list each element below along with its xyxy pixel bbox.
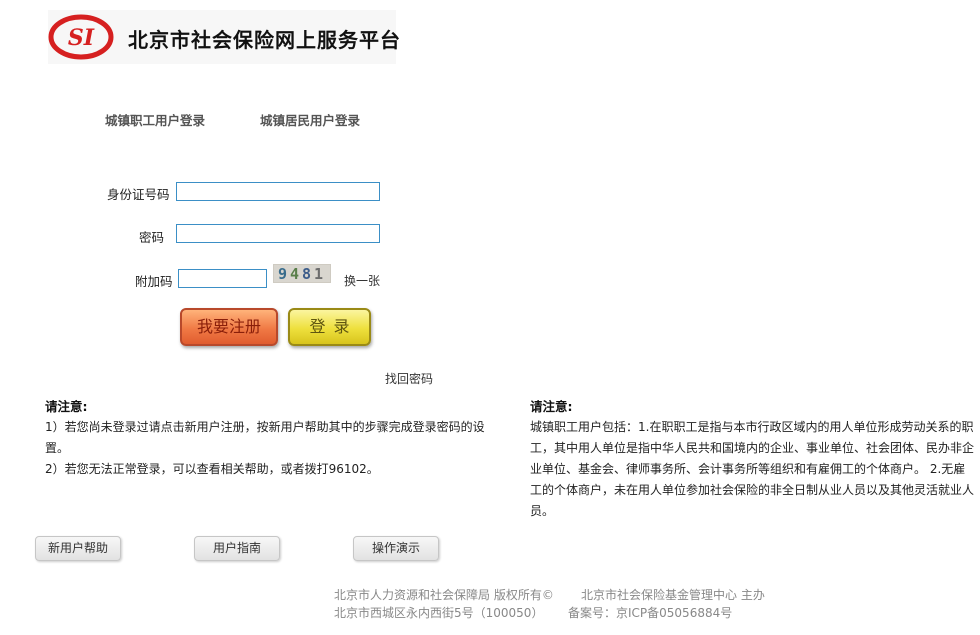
refresh-captcha-link[interactable]: 换一张 [344, 272, 380, 289]
worker-definition-notes: 请注意: 城镇职工用户包括：1.在职职工是指与本市行政区域内的用人单位形成劳动关… [530, 396, 974, 522]
site-header: SI 北京市社会保险网上服务平台 [48, 10, 400, 64]
social-insurance-logo-icon: SI [48, 14, 114, 60]
user-guide-button[interactable]: 用户指南 [194, 536, 280, 561]
notes-line-2: 2）若您无法正常登录，可以查看相关帮助，或者拨打96102。 [45, 462, 379, 476]
demo-button[interactable]: 操作演示 [353, 536, 439, 561]
tab-worker-login[interactable]: 城镇职工用户登录 [105, 110, 205, 129]
login-notes: 请注意: 1）若您尚未登录过请点击新用户注册，按新用户帮助其中的步骤完成登录密码… [45, 396, 495, 480]
notes-title: 请注意: [530, 399, 573, 414]
site-title: 北京市社会保险网上服务平台 [128, 28, 401, 52]
password-input[interactable] [176, 224, 380, 243]
id-number-input[interactable] [176, 182, 380, 201]
forgot-password-link[interactable]: 找回密码 [385, 370, 433, 387]
footer-icp: 备案号：京ICP备05056884号 [568, 606, 733, 620]
captcha-image: 9481 [273, 264, 331, 283]
worker-definition-text: 城镇职工用户包括：1.在职职工是指与本市行政区域内的用人单位形成劳动关系的职工，… [530, 420, 975, 518]
register-button[interactable]: 我要注册 [180, 308, 278, 346]
new-user-help-button[interactable]: 新用户帮助 [35, 536, 121, 561]
footer-host: 北京市社会保险基金管理中心 主办 [581, 588, 765, 602]
id-number-label: 身份证号码 [107, 187, 170, 202]
notes-title: 请注意: [45, 399, 88, 414]
password-label: 密码 [139, 230, 165, 245]
footer-copyright: 北京市人力资源和社会保障局 版权所有© [334, 588, 554, 602]
notes-line-1: 1）若您尚未登录过请点击新用户注册，按新用户帮助其中的步骤完成登录密码的设置。 [45, 420, 485, 455]
captcha-label: 附加码 [135, 274, 173, 289]
footer-address: 北京市西城区永内西街5号（100050） [334, 606, 544, 620]
login-button[interactable]: 登录 [288, 308, 371, 346]
tab-resident-login[interactable]: 城镇居民用户登录 [260, 110, 360, 129]
svg-text:SI: SI [68, 25, 95, 51]
captcha-input[interactable] [178, 269, 267, 288]
